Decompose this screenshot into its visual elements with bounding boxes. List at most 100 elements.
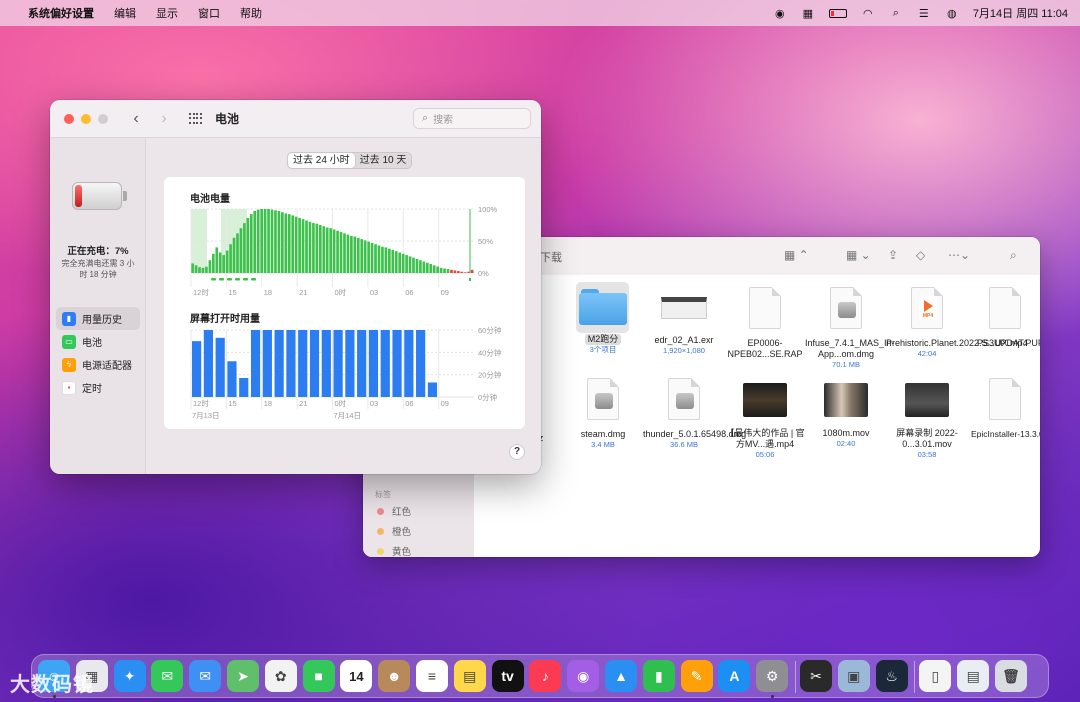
dock-trash-icon[interactable]: 🗑 [995, 660, 1027, 692]
battery-level-bar [215, 247, 219, 273]
dock-safari-icon[interactable]: ✦ [113, 660, 146, 692]
view-grid-icon[interactable]: ▦ ⌃ [784, 248, 809, 262]
battery-level-bar [363, 240, 367, 273]
help-button[interactable]: ? [509, 444, 525, 460]
finder-search-icon[interactable]: ⌕ [1010, 248, 1017, 263]
window-titlebar: ‹ › 电池 ⌕ 搜索 [50, 100, 541, 138]
minimize-button[interactable] [81, 113, 91, 124]
dock-pages-icon[interactable]: ✎ [680, 660, 713, 692]
dock-podcasts-icon[interactable]: ◉ [567, 660, 600, 692]
file-item[interactable]: 屏幕录制 2022-0...3.01.mov 03:58 [886, 383, 968, 460]
dock-photos-icon[interactable]: ✿ [264, 660, 297, 692]
record-icon[interactable]: ◉ [773, 7, 787, 20]
document-icon [749, 287, 781, 329]
menu-view[interactable]: 显示 [156, 5, 178, 21]
battery-level-bar [329, 228, 332, 273]
screen-usage-bar [286, 330, 296, 397]
battery-level-bar [443, 268, 446, 273]
input-method-icon[interactable]: ▦ [801, 7, 815, 20]
dock-preview-icon[interactable]: ▣ [837, 660, 870, 692]
mp4-icon: MP4 [911, 287, 943, 329]
dock-messages-icon[interactable]: ✉ [151, 660, 184, 692]
dock-calendar-icon[interactable]: 14 [340, 660, 373, 692]
control-center-icon[interactable]: ☰ [917, 7, 931, 20]
menubar-clock[interactable]: 7月14日 周四 11:04 [973, 5, 1068, 21]
screen-usage-bar [333, 330, 343, 397]
finder-toolbar: 下载 ▦ ⌃ ▦ ⌄ ⇪ ◇ ⋯⌄ ⌕ [474, 237, 1040, 275]
battery-level-bar [243, 223, 246, 273]
battery-level-bar [256, 209, 260, 273]
dock-music-icon[interactable]: ♪ [529, 660, 562, 692]
battery-level-bar [274, 210, 277, 273]
dock-tv-icon[interactable]: tv [491, 660, 524, 692]
charging-indicator [219, 278, 224, 281]
file-item[interactable]: Infuse_7.4.1_MAS_In-App...om.dmg 70.1 MB [805, 287, 895, 370]
file-item[interactable]: PS3UPDAT.PUP [967, 287, 1040, 349]
tag-red[interactable]: 红色 [377, 504, 411, 518]
battery-level-bar [350, 235, 353, 273]
show-all-grid-icon[interactable] [189, 112, 203, 125]
close-button[interactable] [64, 113, 74, 124]
file-item[interactable]: EpicInstaller-13.3.0-4f28b...538.msi [967, 378, 1040, 440]
file-item[interactable]: thunder_5.0.1.65498.dmg 36.6 MB [643, 378, 746, 450]
search-input[interactable]: ⌕ 搜索 [413, 108, 531, 129]
y-tick-label: 50% [478, 237, 493, 246]
charts-panel: 电池电量 12时 15 18 21 0时 03 06 09 100% 50% 0% 屏幕打开时用量 … [164, 177, 525, 429]
battery-level-bar [281, 212, 284, 273]
tag-yellow[interactable]: 黄色 [377, 544, 411, 557]
charging-indicator [243, 278, 248, 281]
dock-mail-icon[interactable]: ✉ [189, 660, 222, 692]
dock-maps-icon[interactable]: ➤ [227, 660, 259, 692]
battery-level-bar [339, 232, 343, 273]
menu-window[interactable]: 窗口 [198, 5, 220, 21]
spotlight-icon[interactable]: ⌕ [889, 7, 903, 19]
zoom-button[interactable] [98, 113, 108, 124]
battery-level-bar [336, 230, 339, 273]
dock-final-cut-icon[interactable]: ✂ [800, 660, 832, 692]
dock-system-preferences-icon[interactable]: ⚙ [756, 660, 789, 692]
file-item[interactable]: 1080m.mov 02:40 [805, 383, 887, 449]
battery-level-bar [374, 244, 377, 273]
sidebar-item-schedule[interactable]: ▪ 定时 [56, 376, 140, 399]
file-item[interactable]: M2跑分 3个项目 [562, 287, 644, 355]
sidebar-item-usage-history[interactable]: ▮ 用量历史 [56, 307, 140, 330]
tag-orange[interactable]: 橙色 [377, 524, 411, 538]
dock-app-store-icon[interactable]: A [718, 660, 751, 692]
screen-usage-bar [427, 382, 438, 397]
more-icon[interactable]: ⋯⌄ [948, 248, 970, 262]
siri-icon[interactable]: ◍ [945, 7, 959, 20]
calendar-icon: ▪ [62, 380, 76, 395]
segment-10d[interactable]: 过去 10 天 [355, 153, 412, 168]
menu-app-name[interactable]: 系统偏好设置 [28, 5, 94, 21]
sidebar-item-battery[interactable]: ▭ 电池 [56, 330, 140, 353]
dock-steam-icon[interactable]: ♨ [875, 660, 908, 692]
dock-reminders-icon[interactable]: ≡ [416, 660, 448, 692]
menu-edit[interactable]: 编辑 [114, 5, 136, 21]
share-icon[interactable]: ⇪ [888, 248, 898, 262]
dock-notes-icon[interactable]: ▤ [453, 660, 486, 692]
wifi-icon[interactable]: ◠ [861, 7, 875, 20]
menu-help[interactable]: 帮助 [240, 5, 262, 21]
tag-icon[interactable]: ◇ [916, 248, 925, 262]
battery-level-bar [308, 221, 312, 273]
file-item[interactable]: steam.dmg 3.4 MB [562, 378, 644, 450]
group-icon[interactable]: ▦ ⌄ [846, 248, 871, 262]
dock-numbers-icon[interactable]: ▮ [642, 660, 675, 692]
dock-contacts-icon[interactable]: ☻ [378, 660, 411, 692]
sidebar-item-power-adapter[interactable]: ϟ 电源适配器 [56, 353, 140, 376]
segment-24h[interactable]: 过去 24 小时 [288, 153, 355, 168]
charging-indicator [227, 278, 232, 281]
dock-document-icon[interactable]: ▯ [919, 660, 952, 692]
back-button[interactable]: ‹ [129, 110, 143, 128]
battery-level-bar [446, 269, 450, 273]
file-item[interactable]: edr_02_A1.exr 1,920×1,080 [643, 287, 725, 356]
menubar-battery-icon[interactable] [828, 8, 847, 18]
dock-keynote-icon[interactable]: ▲ [605, 660, 637, 692]
forward-button[interactable]: › [157, 110, 171, 128]
dock-screenshot-icon[interactable]: ▤ [957, 660, 990, 692]
dock-facetime-icon[interactable]: ■ [302, 660, 335, 692]
battery-level-bar [343, 233, 346, 273]
file-item[interactable]: EP0006-NPEB02...SE.RAP [724, 287, 806, 360]
file-item[interactable]: 【最伟大的作品 | 官方MV...遇.mp4 05:06 [724, 383, 806, 460]
file-item[interactable]: MP4 Prehistoric.Planet.2022.S...UX.mp4 4… [886, 287, 1028, 359]
